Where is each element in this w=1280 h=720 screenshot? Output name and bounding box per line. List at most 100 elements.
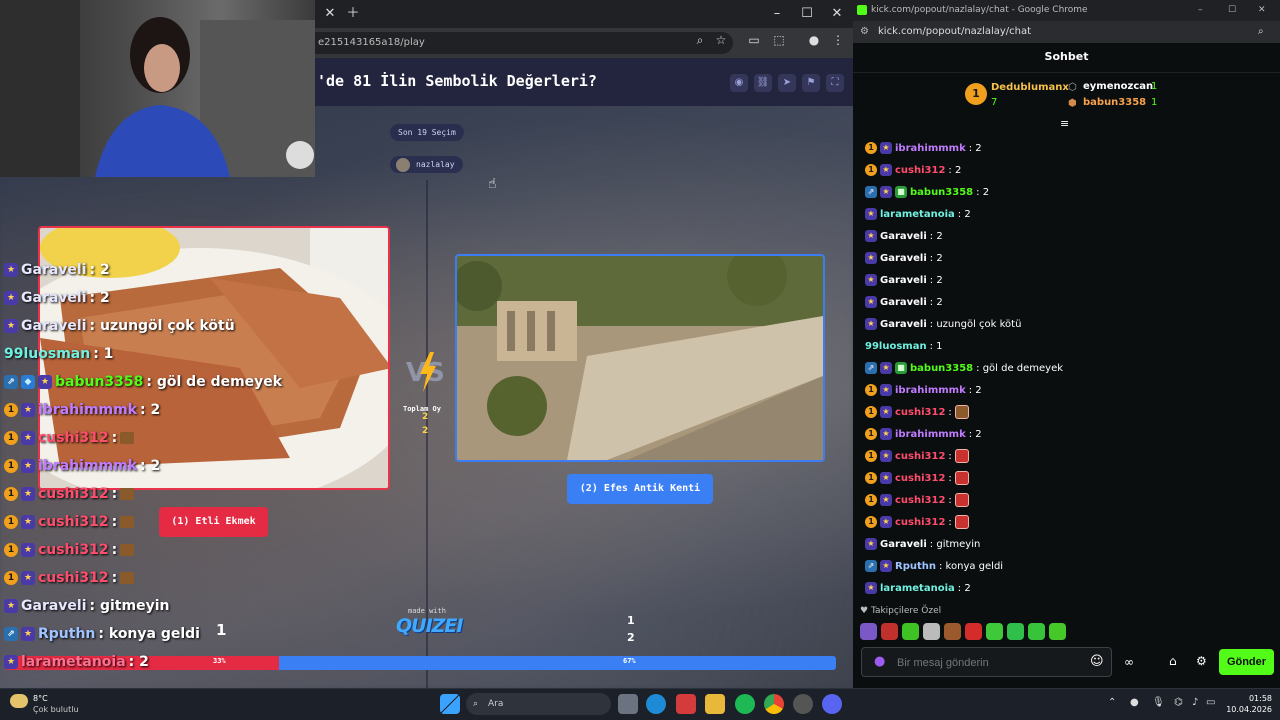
option1-vote-button[interactable]: (1) Etli Ekmek: [159, 507, 268, 537]
chat-username[interactable]: cushi312: [895, 451, 945, 462]
emote-6[interactable]: [965, 623, 982, 640]
mic-tray-icon[interactable]: 🎙: [1152, 697, 1165, 708]
infinity-icon[interactable]: ∞: [1124, 655, 1134, 669]
chat-username[interactable]: cushi312: [895, 407, 945, 418]
cast-icon[interactable]: ▭: [745, 33, 763, 47]
recent-choices-pill[interactable]: Son 19 Seçim: [390, 124, 464, 141]
weather-cloud-icon[interactable]: [10, 694, 28, 708]
chat-username[interactable]: Garaveli: [880, 275, 927, 286]
chat-username[interactable]: cushi312: [895, 517, 945, 528]
emote-10[interactable]: [1049, 623, 1066, 640]
option2-image-card[interactable]: [455, 254, 825, 462]
close-window-icon[interactable]: ✕: [827, 4, 847, 24]
site-settings-icon[interactable]: ⚙: [860, 21, 869, 43]
fullscreen-icon[interactable]: ⛶: [826, 74, 844, 92]
chat-username[interactable]: babun3358: [910, 187, 973, 198]
chat-username[interactable]: ibrahimmmk: [895, 143, 966, 154]
emote-3[interactable]: [902, 623, 919, 640]
leaderboard-second-name[interactable]: eymenozcan: [1083, 81, 1153, 92]
chat-message[interactable]: ★ Garaveli: uzungöl çok kötü: [865, 315, 1021, 333]
chat-zoom-icon[interactable]: ⌕: [1258, 21, 1264, 43]
leaderboard-first-name[interactable]: Dedublumanx: [991, 82, 1069, 93]
chat-message[interactable]: ★ larametanoia: 2: [865, 205, 971, 223]
microphone-icon[interactable]: ●: [874, 654, 885, 669]
leaderboard-third-name[interactable]: babun3358: [1083, 97, 1146, 108]
chat-username[interactable]: Garaveli: [880, 297, 927, 308]
emote-5[interactable]: [944, 623, 961, 640]
emote-8[interactable]: [1007, 623, 1024, 640]
taskbar-clock[interactable]: 01:58 10.04.2026: [1222, 693, 1272, 715]
chat-minimize-icon[interactable]: –: [1198, 0, 1203, 21]
link-icon[interactable]: ⛓: [754, 74, 772, 92]
chat-username[interactable]: Rputhn: [895, 561, 936, 572]
task-view-icon[interactable]: [618, 694, 638, 714]
extensions-icon[interactable]: ⬚: [770, 33, 788, 47]
chat-username[interactable]: larametanoia: [880, 583, 955, 594]
send-button[interactable]: Gönder: [1219, 649, 1274, 675]
spotify-icon[interactable]: [735, 694, 755, 714]
chat-message[interactable]: 1 ★ ibrahimmmk: 2: [865, 425, 982, 443]
chat-username[interactable]: Garaveli: [880, 253, 927, 264]
zoom-search-icon[interactable]: ⌕: [691, 33, 709, 48]
tray-overflow-icon[interactable]: ⌃: [1108, 697, 1116, 708]
chat-message[interactable]: ⇗ ★ Rputhn: konya geldi: [865, 557, 1003, 575]
network-icon[interactable]: ⌬: [1174, 697, 1183, 708]
chat-message-input[interactable]: [897, 654, 1077, 672]
emoji-picker-icon[interactable]: ☺: [1090, 654, 1104, 669]
chat-message[interactable]: 99luosman: 1: [865, 337, 943, 355]
edge-browser-icon[interactable]: [646, 694, 666, 714]
weather-temperature[interactable]: 8°C: [33, 694, 48, 703]
file-explorer-icon[interactable]: [705, 694, 725, 714]
discord-icon[interactable]: [822, 694, 842, 714]
eye-icon[interactable]: ◉: [730, 74, 748, 92]
share-icon[interactable]: ➤: [778, 74, 796, 92]
chrome-icon[interactable]: [764, 694, 784, 714]
weather-description[interactable]: Çok bulutlu: [33, 705, 79, 714]
chat-message[interactable]: 1 ★ cushi312: 2: [865, 161, 961, 179]
chat-username[interactable]: Garaveli: [880, 319, 927, 330]
chat-message[interactable]: ★ larametanoia: 2: [865, 579, 971, 597]
new-tab-icon[interactable]: ＋: [343, 4, 363, 24]
url-field[interactable]: e215143165a18/play: [315, 32, 733, 54]
chat-username[interactable]: larametanoia: [880, 209, 955, 220]
volume-icon[interactable]: ♪: [1192, 697, 1198, 708]
chat-username[interactable]: 99luosman: [865, 341, 927, 352]
windows-start-icon[interactable]: [440, 694, 460, 714]
chat-username[interactable]: babun3358: [910, 363, 973, 374]
more-menu-icon[interactable]: ⋮: [829, 33, 847, 47]
minimize-icon[interactable]: –: [767, 4, 787, 24]
maximize-icon[interactable]: ☐: [797, 4, 817, 24]
chat-message[interactable]: ⇗ ★ ■ babun3358: göl de demeyek: [865, 359, 1063, 377]
chat-username[interactable]: cushi312: [895, 165, 945, 176]
bookmark-star-icon[interactable]: ☆: [712, 33, 730, 47]
option2-vote-button[interactable]: (2) Efes Antik Kenti: [567, 474, 713, 504]
chat-username[interactable]: Garaveli: [880, 539, 927, 550]
chat-message[interactable]: 1 ★ cushi312:: [865, 469, 969, 487]
emote-4[interactable]: [923, 623, 940, 640]
chat-username[interactable]: Garaveli: [880, 231, 927, 242]
chat-address-bar[interactable]: ⚙ kick.com/popout/nazlalay/chat ⌕: [853, 21, 1280, 43]
chat-message[interactable]: ★ Garaveli: gitmeyin: [865, 535, 980, 553]
chat-message[interactable]: ★ Garaveli: 2: [865, 249, 943, 267]
chat-settings-icon[interactable]: ⚙: [1196, 654, 1207, 668]
chat-message[interactable]: 1 ★ ibrahimmmk: 2: [865, 381, 982, 399]
chat-message[interactable]: ⇗ ★ ■ babun3358: 2: [865, 183, 989, 201]
battery-icon[interactable]: ▭: [1206, 697, 1215, 708]
chat-close-icon[interactable]: ✕: [1258, 0, 1266, 21]
chat-message[interactable]: ★ Garaveli: 2: [865, 293, 943, 311]
chat-message[interactable]: 1 ★ cushi312:: [865, 447, 969, 465]
emote-7[interactable]: [986, 623, 1003, 640]
emote-1[interactable]: [860, 623, 877, 640]
flag-icon[interactable]: ⚑: [802, 74, 820, 92]
chat-username[interactable]: ibrahimmmk: [895, 385, 966, 396]
chat-message[interactable]: 1 ★ ibrahimmmk: 2: [865, 139, 982, 157]
chat-message[interactable]: 1 ★ cushi312:: [865, 491, 969, 509]
collapse-leaderboard-icon[interactable]: ≡: [1060, 117, 1069, 130]
chat-username[interactable]: ibrahimmmk: [895, 429, 966, 440]
gift-icon[interactable]: ⌂: [1169, 654, 1177, 668]
profile-avatar-icon[interactable]: ●: [805, 33, 823, 47]
steam-tray-icon[interactable]: ●: [1130, 697, 1139, 708]
emote-9[interactable]: [1028, 623, 1045, 640]
chat-message[interactable]: 1 ★ cushi312:: [865, 513, 969, 531]
chat-message[interactable]: 1 ★ cushi312:: [865, 403, 969, 421]
